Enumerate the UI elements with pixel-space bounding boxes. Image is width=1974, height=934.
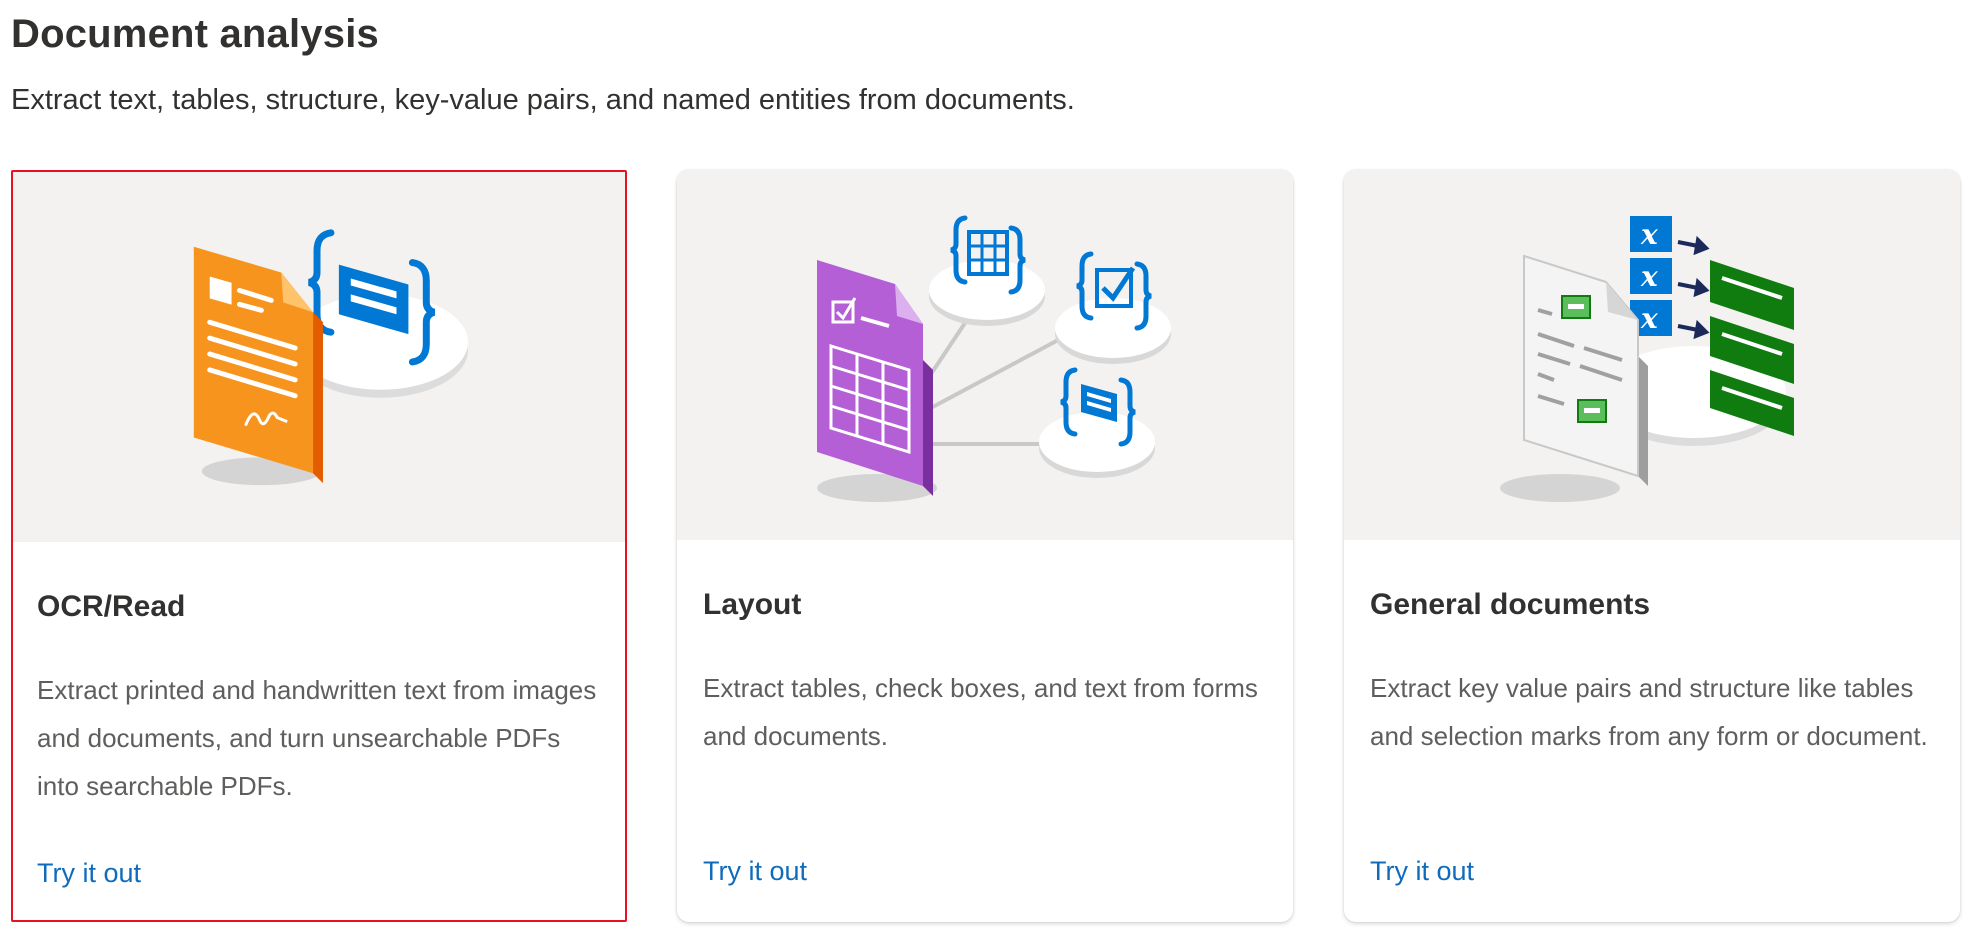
card-layout[interactable]: Layout Extract tables, check boxes, and … [677, 170, 1293, 922]
svg-text:x: x [1640, 260, 1658, 293]
svg-text:x: x [1640, 218, 1658, 251]
card-description: Extract key value pairs and structure li… [1370, 673, 1928, 751]
card-title: Layout [703, 588, 802, 621]
ocr-document-illustration [193, 229, 469, 486]
card-image [13, 172, 625, 542]
general-document-illustration: x x x [1500, 216, 1794, 502]
card-general-documents[interactable]: x x x General documents Extract key valu… [1344, 170, 1960, 922]
card-title: OCR/Read [37, 590, 186, 623]
card-image [677, 170, 1293, 540]
card-description: Extract tables, check boxes, and text fr… [703, 673, 1258, 751]
card-image: x x x [1344, 170, 1960, 540]
try-it-out-link[interactable]: Try it out [1370, 856, 1474, 887]
layout-document-illustration [817, 215, 1171, 502]
try-it-out-link[interactable]: Try it out [703, 856, 807, 887]
svg-text:x: x [1640, 302, 1658, 335]
card-title: General documents [1370, 588, 1651, 621]
try-it-out-link[interactable]: Try it out [37, 858, 141, 889]
card-description: Extract printed and handwritten text fro… [37, 675, 597, 801]
card-ocr-read[interactable]: OCR/Read Extract printed and handwritten… [11, 170, 627, 922]
card-grid: OCR/Read Extract printed and handwritten… [0, 0, 1974, 934]
